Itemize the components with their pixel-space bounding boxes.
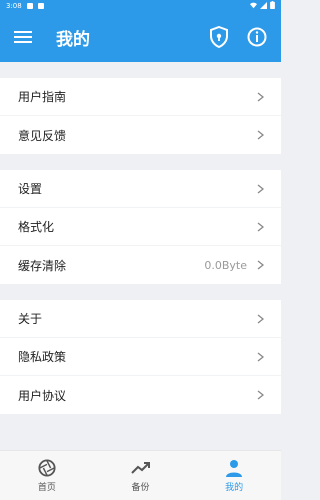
wifi-icon [250, 2, 257, 11]
status-time: 3:08 [6, 2, 22, 10]
camera-aperture-icon [36, 458, 58, 478]
nav-tab-label: 我的 [225, 483, 244, 493]
chevron-right-icon [255, 351, 265, 362]
battery-icon [270, 1, 275, 11]
settings-group-help: 用户指南 意见反馈 [0, 78, 281, 154]
menu-item-label: 关于 [18, 312, 43, 326]
menu-item-user-guide[interactable]: 用户指南 [0, 78, 281, 116]
menu-item-label: 用户协议 [18, 388, 67, 403]
settings-content: 用户指南 意见反馈 设置 格式化 缓存清除 0.0Byte 关于 隐私政策 用户… [0, 62, 281, 450]
person-icon [223, 458, 245, 478]
info-icon[interactable] [245, 25, 269, 49]
menu-item-feedback[interactable]: 意见反馈 [0, 116, 281, 154]
nav-tab-home[interactable]: 首页 [0, 451, 94, 500]
menu-item-clear-cache[interactable]: 缓存清除 0.0Byte [0, 246, 281, 284]
menu-item-label: 意见反馈 [18, 128, 67, 143]
chevron-right-icon [255, 130, 265, 140]
menu-item-user-agreement[interactable]: 用户协议 [0, 376, 281, 414]
notification-icon [26, 3, 33, 9]
bottom-navigation: 首页 备份 我的 [0, 450, 281, 500]
chevron-right-icon [255, 390, 265, 400]
menu-item-label: 缓存清除 [18, 258, 67, 273]
menu-item-format[interactable]: 格式化 [0, 208, 281, 246]
chevron-right-icon [255, 183, 265, 194]
menu-icon[interactable] [14, 24, 40, 50]
menu-item-privacy-policy[interactable]: 隐私政策 [0, 338, 281, 376]
page-title: 我的 [56, 29, 90, 50]
nav-tab-backup[interactable]: 备份 [94, 451, 188, 500]
shield-lock-icon[interactable] [207, 25, 231, 49]
menu-item-label: 隐私政策 [18, 350, 67, 364]
menu-item-label: 用户指南 [18, 90, 67, 104]
nav-tab-mine[interactable]: 我的 [187, 451, 281, 500]
chevron-right-icon [255, 260, 265, 270]
chevron-right-icon [255, 91, 265, 102]
settings-group-about: 关于 隐私政策 用户协议 [0, 300, 281, 414]
status-bar: 3:08 [0, 0, 281, 12]
menu-item-about[interactable]: 关于 [0, 300, 281, 338]
chevron-right-icon [255, 221, 265, 232]
menu-item-label: 格式化 [18, 220, 55, 234]
nav-tab-label: 备份 [131, 483, 150, 493]
cache-size-value: 0.0Byte [204, 258, 247, 272]
signal-icon [260, 1, 267, 11]
trending-up-icon [130, 458, 152, 478]
debug-icon [37, 3, 44, 9]
app-bar: 我的 [0, 12, 281, 62]
settings-group-tools: 设置 格式化 缓存清除 0.0Byte [0, 170, 281, 284]
menu-item-label: 设置 [18, 182, 43, 196]
nav-tab-label: 首页 [37, 483, 56, 493]
chevron-right-icon [255, 313, 265, 324]
menu-item-settings[interactable]: 设置 [0, 170, 281, 208]
